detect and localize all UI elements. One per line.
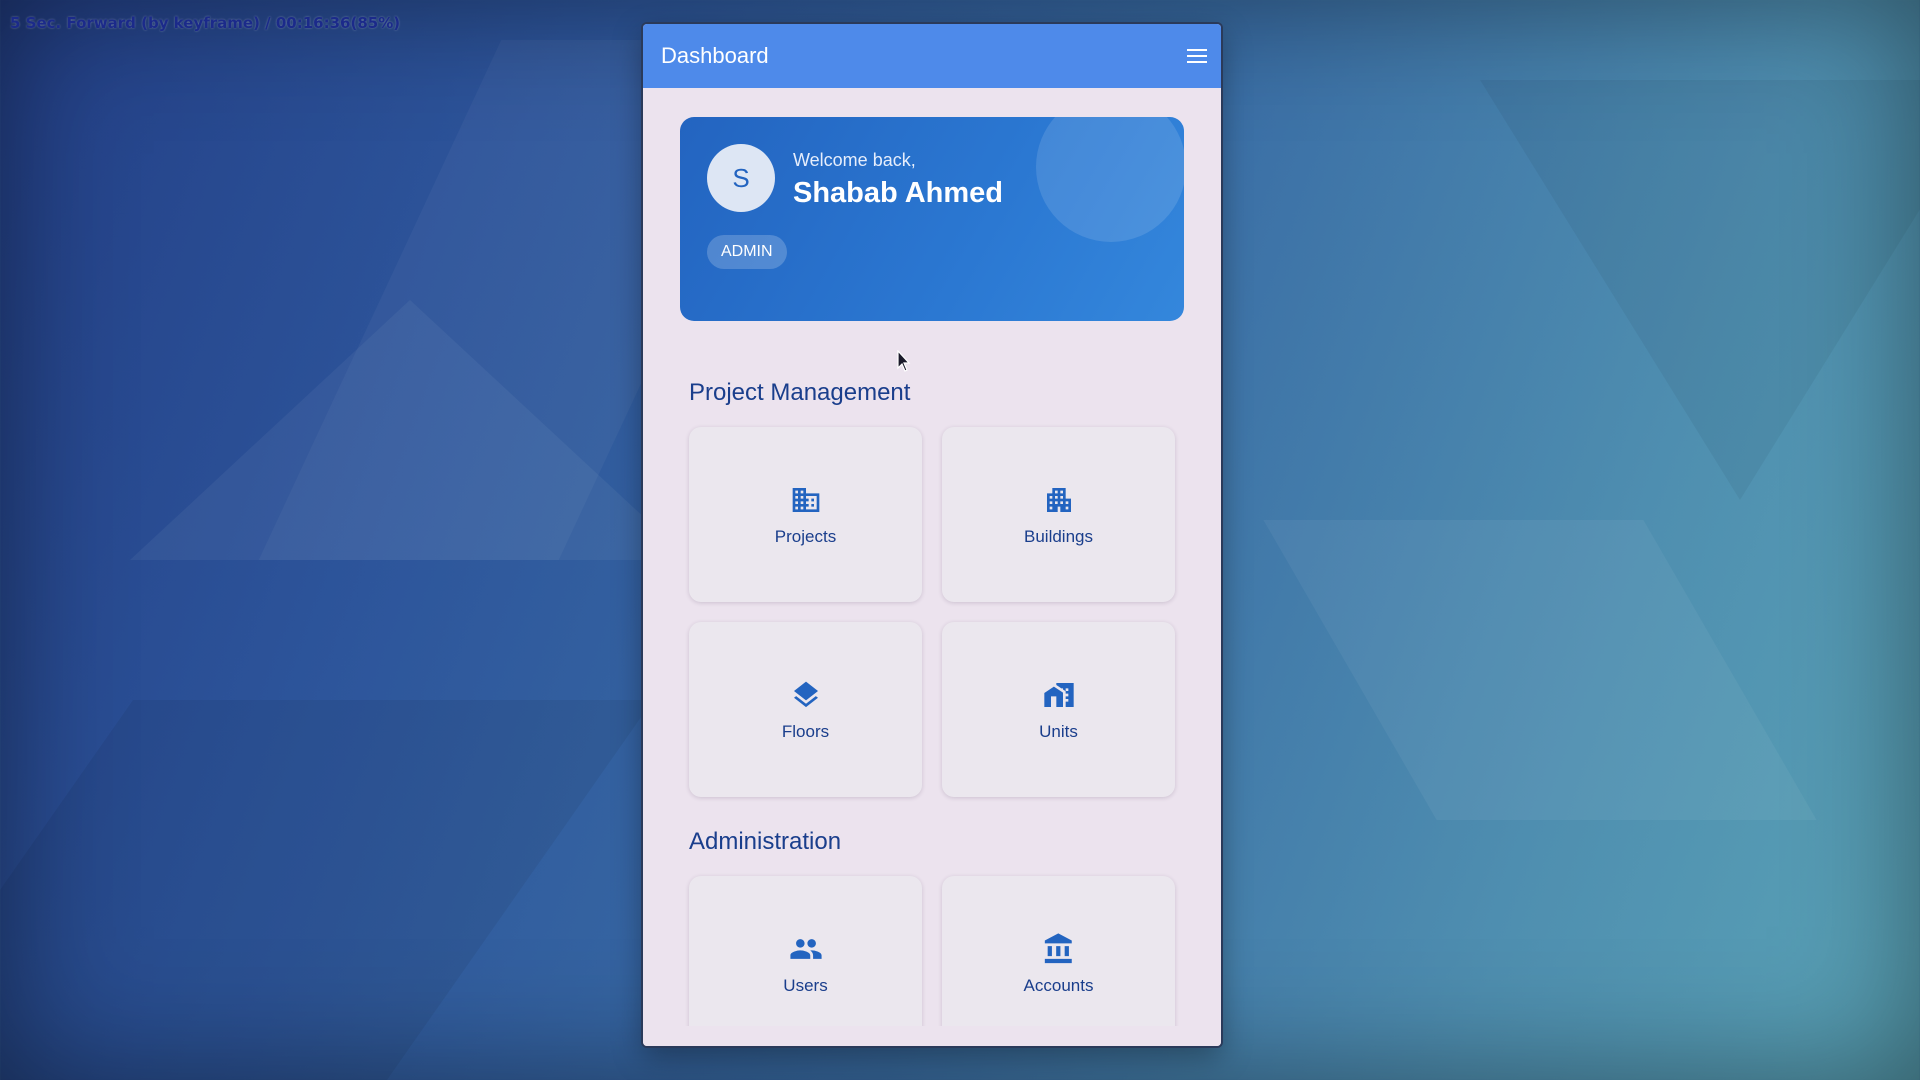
tile-label: Buildings bbox=[1024, 526, 1093, 546]
avatar: S bbox=[707, 144, 775, 212]
app-bar: Dashboard bbox=[643, 24, 1221, 88]
user-name: Shabab Ahmed bbox=[793, 177, 1004, 209]
app-window: Dashboard S Welcome back, Shabab Ahmed A… bbox=[643, 24, 1221, 1046]
mouse-cursor-icon bbox=[897, 350, 911, 372]
tile-users[interactable]: Users bbox=[689, 876, 922, 1046]
welcome-greeting: Welcome back, bbox=[793, 150, 916, 170]
tile-label: Users bbox=[783, 975, 828, 995]
tile-projects[interactable]: Projects bbox=[689, 427, 922, 602]
role-badge: ADMIN bbox=[707, 235, 787, 269]
menu-button[interactable] bbox=[1185, 44, 1209, 68]
decorative-circle bbox=[1036, 117, 1184, 242]
business-icon bbox=[1042, 483, 1076, 517]
tile-floors[interactable]: Floors bbox=[689, 622, 922, 797]
section-title-administration: Administration bbox=[689, 828, 842, 855]
tile-label: Floors bbox=[781, 721, 830, 741]
section-title-project-management: Project Management bbox=[689, 379, 911, 406]
home-work-icon bbox=[1042, 678, 1076, 712]
apartment-icon bbox=[789, 483, 823, 517]
tile-label: Projects bbox=[774, 526, 837, 546]
menu-icon bbox=[1187, 49, 1207, 63]
player-status-text: 5 Sec. Forward (by keyframe) / 00:16:36(… bbox=[10, 14, 401, 32]
layers-icon bbox=[789, 678, 823, 712]
tile-buildings[interactable]: Buildings bbox=[942, 427, 1175, 602]
welcome-card: S Welcome back, Shabab Ahmed ADMIN bbox=[680, 117, 1184, 321]
scroll-edge bbox=[643, 1026, 1221, 1046]
people-icon bbox=[789, 932, 823, 966]
tile-accounts[interactable]: Accounts bbox=[942, 876, 1175, 1046]
page-title: Dashboard bbox=[661, 43, 769, 68]
bank-icon bbox=[1042, 932, 1076, 966]
tile-label: Accounts bbox=[1023, 975, 1094, 995]
tile-units[interactable]: Units bbox=[942, 622, 1175, 797]
tile-label: Units bbox=[1039, 721, 1078, 741]
dashboard-content: S Welcome back, Shabab Ahmed ADMIN Proje… bbox=[643, 88, 1221, 1046]
